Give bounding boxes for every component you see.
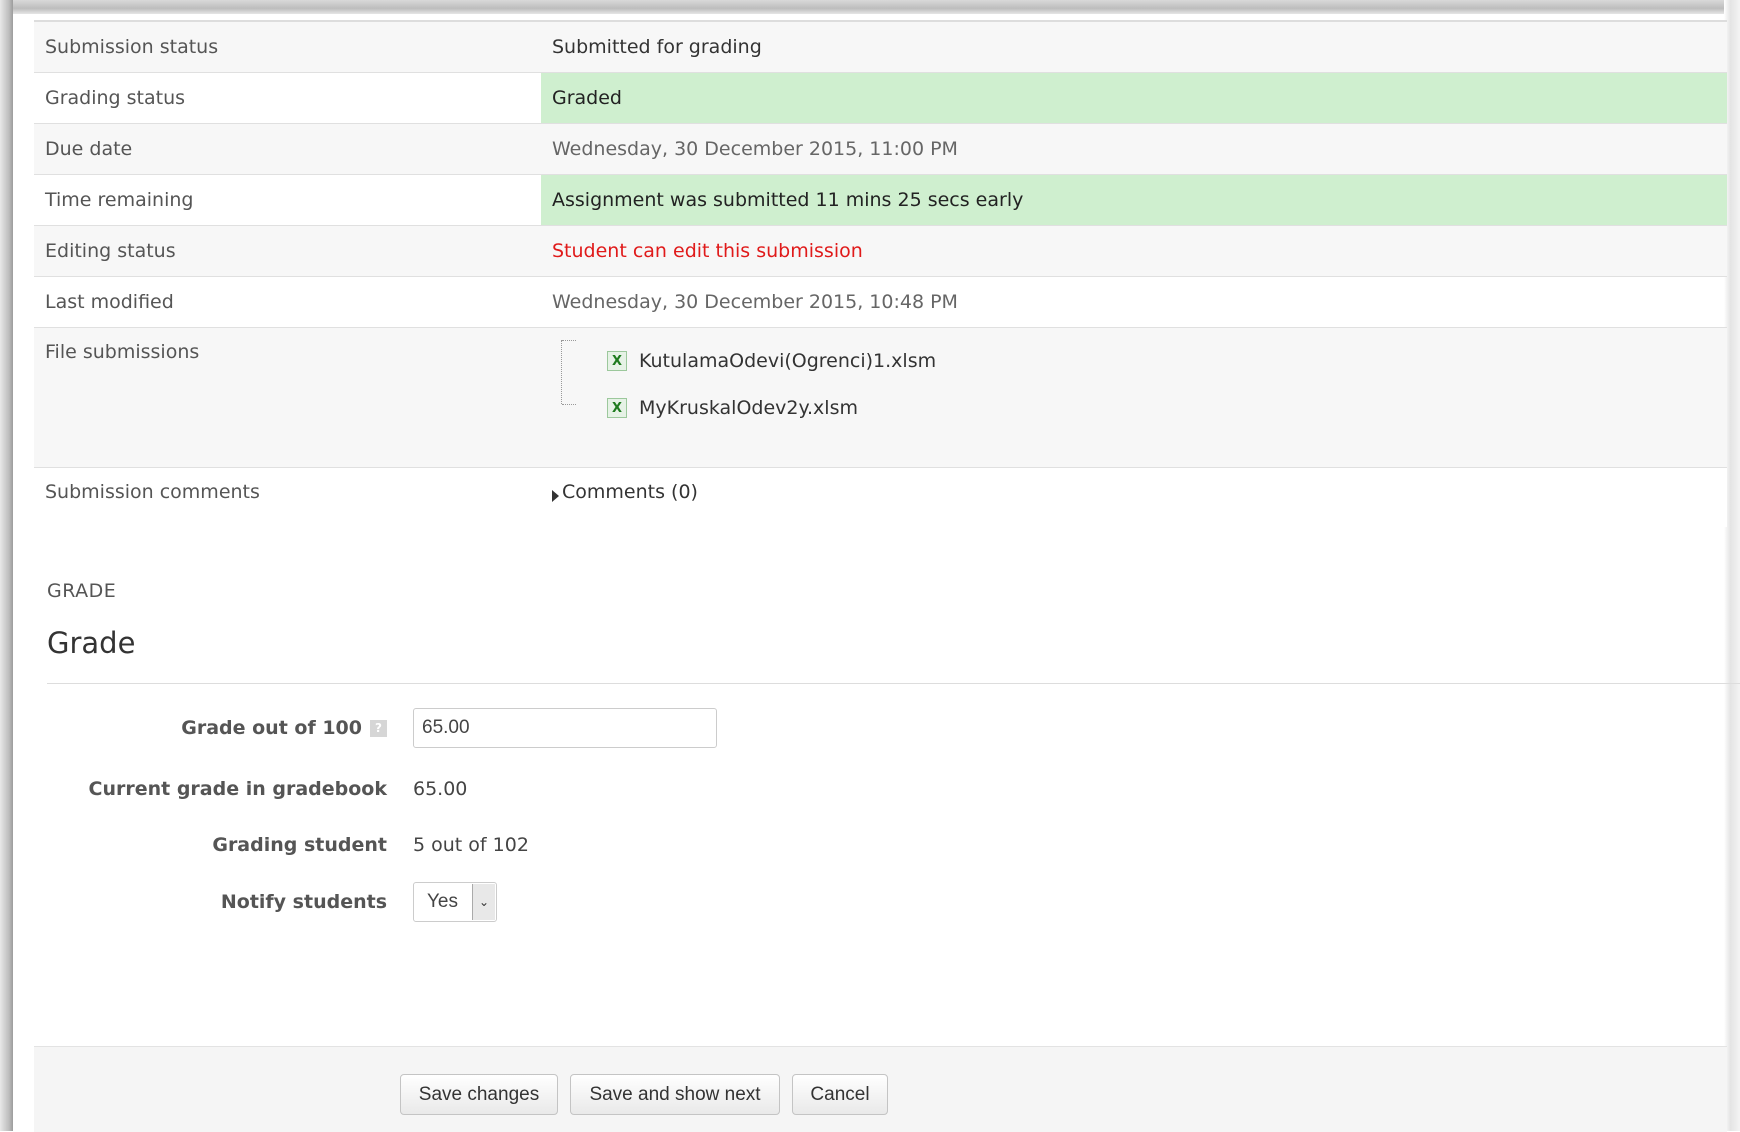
submission-status-value: Submitted for grading <box>541 20 1727 73</box>
current-grade-value: 65.00 <box>413 778 468 800</box>
tree-connector <box>562 340 576 341</box>
submission-comments-value: Comments (0) <box>541 467 1727 527</box>
table-row: Submission status Submitted for grading <box>34 20 1727 73</box>
tree-connector <box>562 404 576 405</box>
file-submissions-value: X KutulamaOdevi(Ogrenci)1.xlsm X MyKrusk… <box>541 327 1727 468</box>
cancel-button[interactable]: Cancel <box>792 1074 888 1115</box>
table-row: File submissions X KutulamaOdevi(Ogrenci… <box>34 327 1727 468</box>
row-label: Due date <box>34 123 541 175</box>
window-frame-left <box>0 0 13 1131</box>
file-tree: X KutulamaOdevi(Ogrenci)1.xlsm X MyKrusk… <box>552 328 1716 450</box>
divider <box>47 683 1740 684</box>
page-content: Submission status Submitted for grading … <box>13 14 1740 1132</box>
last-modified-value: Wednesday, 30 December 2015, 10:48 PM <box>541 276 1727 328</box>
file-link[interactable]: X KutulamaOdevi(Ogrenci)1.xlsm <box>607 350 936 372</box>
grading-student-row: Grading student 5 out of 102 <box>47 825 1047 865</box>
row-label: Time remaining <box>34 174 541 226</box>
caret-right-icon <box>552 490 559 502</box>
form-action-bar: Save changes Save and show next Cancel <box>34 1046 1727 1132</box>
help-icon[interactable]: ? <box>370 720 387 737</box>
table-row: Editing status Student can edit this sub… <box>34 225 1727 277</box>
comments-link-text[interactable]: Comments (0) <box>562 481 698 503</box>
grade-input[interactable]: 65.00 <box>413 708 717 748</box>
editing-status-value: Student can edit this submission <box>541 225 1727 277</box>
comments-toggle[interactable]: Comments (0) <box>552 481 1716 503</box>
file-name[interactable]: KutulamaOdevi(Ogrenci)1.xlsm <box>639 350 936 372</box>
row-label: Last modified <box>34 276 541 328</box>
submission-status-table: Submission status Submitted for grading … <box>34 20 1727 527</box>
grading-student-label: Grading student <box>212 834 387 856</box>
grade-label-text: Grade out of 100 <box>181 717 362 739</box>
window-frame-top <box>0 0 1740 14</box>
grade-row: Grade out of 100? 65.00 <box>47 708 1047 748</box>
notify-students-label: Notify students <box>220 891 387 913</box>
due-date-value: Wednesday, 30 December 2015, 11:00 PM <box>541 123 1727 175</box>
save-changes-button[interactable]: Save changes <box>400 1074 558 1115</box>
current-grade-row: Current grade in gradebook 65.00 <box>47 769 1047 809</box>
table-row: Last modified Wednesday, 30 December 201… <box>34 276 1727 328</box>
save-and-show-next-button[interactable]: Save and show next <box>570 1074 780 1115</box>
row-label: File submissions <box>34 327 541 468</box>
time-remaining-value: Assignment was submitted 11 mins 25 secs… <box>541 174 1727 226</box>
row-label: Submission status <box>34 20 541 73</box>
grade-label: Grade out of 100? <box>47 717 387 739</box>
excel-file-icon: X <box>607 398 627 418</box>
row-label: Grading status <box>34 72 541 124</box>
grade-heading: Grade <box>47 626 136 660</box>
notify-students-select[interactable]: Yes ⌄ <box>413 882 497 922</box>
file-link[interactable]: X MyKruskalOdev2y.xlsm <box>607 397 858 419</box>
file-name[interactable]: MyKruskalOdev2y.xlsm <box>639 397 858 419</box>
notify-students-row: Notify students Yes ⌄ <box>47 882 1047 922</box>
tree-connector <box>561 340 562 404</box>
grading-student-value: 5 out of 102 <box>413 834 529 856</box>
excel-file-icon: X <box>607 351 627 371</box>
chevron-down-icon[interactable]: ⌄ <box>472 884 495 920</box>
table-row: Grading status Graded <box>34 72 1727 124</box>
table-row: Time remaining Assignment was submitted … <box>34 174 1727 226</box>
table-row: Due date Wednesday, 30 December 2015, 11… <box>34 123 1727 175</box>
grade-section-caption: GRADE <box>47 580 117 602</box>
table-row: Submission comments Comments (0) <box>34 467 1727 527</box>
current-grade-label: Current grade in gradebook <box>88 778 388 800</box>
row-label: Editing status <box>34 225 541 277</box>
grading-status-value: Graded <box>541 72 1727 124</box>
notify-students-value: Yes <box>427 891 458 912</box>
row-label: Submission comments <box>34 467 541 527</box>
